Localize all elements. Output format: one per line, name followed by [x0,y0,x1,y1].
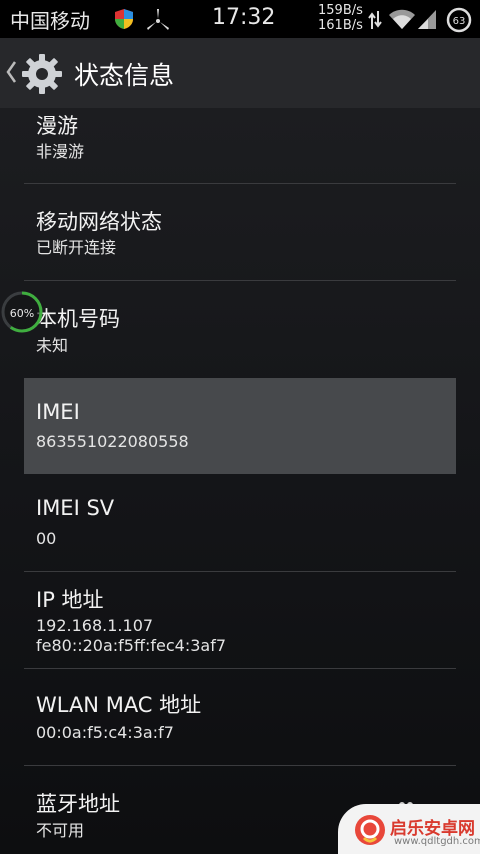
item-value: 不可用 [36,821,85,840]
upload-speed: 159B/s [318,3,363,18]
carrier-name: 中国移动 [10,9,90,33]
watermark-url: www.qdltgdh.com [394,836,480,847]
action-bar: 状态信息 [0,38,480,110]
progress-label: 60% [9,307,35,320]
list-item-phone-number[interactable]: 本机号码 未知 [24,281,456,377]
list-item-ip-address[interactable]: IP 地址 192.168.1.107 fe80::20a:f5ff:fec4:… [24,572,456,668]
item-value: 已断开连接 [36,238,117,257]
page-title: 状态信息 [74,61,175,90]
watermark: 启乐安卓网 www.qdltgdh.com [338,804,480,854]
watermark-logo-icon [355,815,385,845]
status-bar: 中国移动 17:32 159B/s 161B/s 63 [0,0,480,38]
list-item-wlan-mac[interactable]: WLAN MAC 地址 00:0a:f5:c4:3a:f7 [24,669,456,765]
item-value: 863551022080558 [36,432,189,451]
battery-level: 63 [453,16,466,27]
item-value-secondary: fe80::20a:f5ff:fec4:3af7 [36,636,227,655]
item-value: 192.168.1.107 [36,616,154,635]
item-title: IMEI SV [36,496,115,520]
wifi-icon [389,9,415,29]
item-value: 00:0a:f5:c4:3a:f7 [36,723,174,742]
battery-icon: 63 [446,7,472,33]
list-item-imei-sv[interactable]: IMEI SV 00 [24,476,456,571]
item-value: 00 [36,529,57,548]
signal-icon [418,10,436,29]
back-chevron-icon[interactable] [4,58,18,86]
item-title: WLAN MAC 地址 [36,693,202,717]
fan-icon [147,9,169,30]
item-title: 蓝牙地址 [36,792,120,816]
shield-icon [115,9,133,29]
list-item-mobile-network-state[interactable]: 移动网络状态 已断开连接 [24,184,456,280]
download-speed: 161B/s [318,18,363,33]
item-value: 未知 [36,336,69,355]
settings-gear-icon[interactable] [20,52,64,96]
item-title: 本机号码 [36,307,120,331]
clock: 17:32 [212,5,276,30]
item-title: IP 地址 [36,588,104,612]
list-item-roaming[interactable]: 漫游 非漫游 [24,108,456,184]
item-title: 漫游 [36,114,78,138]
status-info-list[interactable]: 漫游 非漫游 移动网络状态 已断开连接 本机号码 未知 IMEI 8635510… [0,108,480,854]
item-title: IMEI [36,400,80,424]
list-item-imei[interactable]: IMEI 863551022080558 [24,378,456,474]
item-title: 移动网络状态 [36,210,162,234]
item-value: 非漫游 [36,142,85,161]
data-arrows-icon [368,11,382,29]
network-speed: 159B/s 161B/s [318,3,363,33]
